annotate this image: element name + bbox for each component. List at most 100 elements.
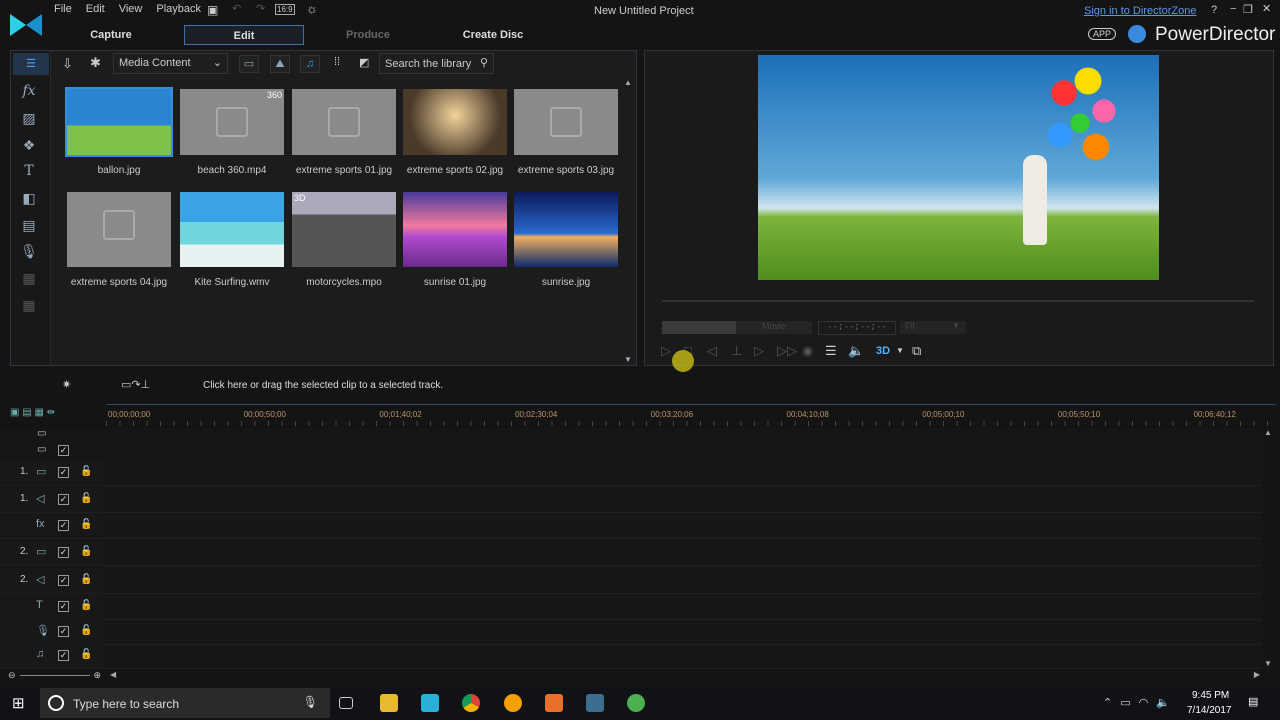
track-enable-checkbox[interactable]: ✓ [58, 626, 69, 637]
next-frame-icon[interactable]: ▷ [754, 343, 764, 359]
menu-view[interactable]: View [119, 3, 143, 15]
app-icon[interactable] [504, 694, 522, 712]
notification-icon[interactable] [1128, 25, 1146, 43]
lock-icon[interactable]: 🔓 [80, 546, 92, 557]
chevron-down-icon[interactable]: ▼ [896, 346, 904, 355]
taskbar-search[interactable]: Type here to search 🎙 [40, 688, 330, 718]
track-enable-checkbox[interactable]: ✓ [58, 575, 69, 586]
media-item[interactable]: 3D motorcycles.mpo [292, 192, 396, 288]
magic-tools-icon[interactable]: ✷ [62, 378, 71, 391]
media-room-icon[interactable]: ☰ [13, 53, 49, 75]
preview-seekbar[interactable] [662, 300, 1254, 302]
media-item[interactable]: extreme sports 02.jpg [403, 89, 507, 176]
search-icon[interactable]: ⚲ [480, 56, 488, 69]
sort-icon[interactable]: ⁞⁞ [334, 56, 340, 68]
track-enable-checkbox[interactable]: ✓ [58, 467, 69, 478]
powerdirector-taskbar-icon[interactable] [421, 694, 439, 712]
media-item[interactable]: 360 beach 360.mp4 [180, 89, 284, 176]
media-item[interactable]: extreme sports 03.jpg [514, 89, 618, 176]
timeline-mode-buttons[interactable]: ▣ ▤ ▦ ⇹ [10, 407, 100, 421]
title-room-icon[interactable]: T [20, 163, 38, 181]
track-enable-checkbox[interactable]: ✓ [58, 547, 69, 558]
app-icon[interactable] [545, 694, 563, 712]
tab-capture[interactable]: Capture [51, 25, 171, 45]
timeline-track[interactable]: 1. ◁ ✓ 🔓 [0, 487, 1262, 513]
library-scrollbar[interactable]: ▲ ▼ [624, 78, 634, 364]
plugins-icon[interactable]: ✱ [90, 55, 101, 71]
restore-button[interactable]: ❐ [1243, 3, 1253, 16]
media-content-dropdown[interactable]: Media Content ⌄ [113, 53, 228, 74]
undo-icon[interactable]: ↶ [232, 2, 241, 15]
app-icon[interactable] [627, 694, 645, 712]
media-item[interactable]: Kite Surfing.wmv [180, 192, 284, 288]
undock-icon[interactable]: ⧉ [912, 343, 921, 359]
track-enable-checkbox[interactable]: ✓ [58, 650, 69, 661]
app-badge[interactable]: APP [1088, 28, 1117, 40]
track-enable-checkbox[interactable]: ✓ [58, 601, 69, 612]
menu-edit[interactable]: Edit [86, 3, 105, 15]
import-media-icon[interactable]: ⇩ [62, 56, 73, 72]
minimize-button[interactable]: − [1230, 3, 1236, 15]
media-item[interactable]: sunrise 01.jpg [403, 192, 507, 288]
timecode-display[interactable]: --;--;--;-- [818, 321, 896, 335]
search-library-input[interactable]: Search the library ⚲ [379, 53, 494, 74]
media-item[interactable]: extreme sports 01.jpg [292, 89, 396, 176]
track-enable-checkbox[interactable]: ✓ [58, 520, 69, 531]
chapter-room-icon[interactable]: ▦ [20, 270, 38, 288]
timeline-track[interactable]: 2. ◁ ✓ 🔓 [0, 568, 1262, 594]
media-item[interactable]: sunrise.jpg [514, 192, 618, 288]
media-item[interactable]: ballon.jpg [65, 87, 173, 176]
clip-mode-button[interactable] [662, 321, 736, 334]
timeline-track[interactable]: T ✓ 🔓 [0, 594, 1262, 620]
split-icon[interactable]: ⊥ [731, 343, 742, 359]
timeline-track[interactable]: ♫ ✓ 🔓 [0, 643, 1262, 669]
menu-playback[interactable]: Playback [156, 3, 201, 15]
windows-start-icon[interactable]: ⊞ [12, 694, 25, 712]
lock-icon[interactable]: 🔓 [80, 625, 92, 636]
media-item[interactable]: extreme sports 04.jpg [67, 192, 171, 288]
volume-icon[interactable]: 🔈 [848, 343, 864, 359]
thumbnail-size-icon[interactable]: ◩ [359, 56, 369, 69]
task-view-icon[interactable] [339, 697, 353, 709]
clock-time[interactable]: 9:45 PM [1192, 690, 1229, 701]
lock-icon[interactable]: 🔓 [80, 519, 92, 530]
save-icon[interactable]: ▣ [207, 3, 218, 17]
menu-file[interactable]: File [54, 3, 72, 15]
subtitle-track-checkbox[interactable]: ✓ [58, 445, 69, 456]
lock-icon[interactable]: 🔓 [80, 649, 92, 660]
timeline-tools-icon[interactable]: ▭↷⊥ [121, 378, 150, 391]
zoom-dropdown[interactable]: Fit ▼ [900, 321, 966, 334]
settings-icon[interactable]: ☼ [306, 1, 318, 16]
timeline-track[interactable]: 🎙 ✓ 🔓 [0, 619, 1262, 645]
sign-in-link[interactable]: Sign in to DirectorZone [1084, 5, 1197, 17]
voice-over-icon[interactable]: 🎙 [20, 243, 38, 261]
timeline-vscroll[interactable]: ▲ ▼ [1264, 428, 1274, 668]
previous-frame-icon[interactable]: ◁ [707, 343, 717, 359]
lock-icon[interactable]: 🔓 [80, 493, 92, 504]
tab-edit[interactable]: Edit [184, 25, 304, 45]
close-button[interactable]: ✕ [1262, 2, 1271, 15]
aspect-ratio-button[interactable]: 16:9 [275, 4, 295, 15]
image-filter-icon[interactable]: ⛰ [270, 55, 290, 73]
tab-produce[interactable]: Produce [308, 25, 428, 45]
transition-room-icon[interactable]: ◧ [20, 190, 38, 208]
movie-mode-button[interactable]: Movie [736, 321, 812, 334]
preview-settings-icon[interactable]: ☰ [825, 343, 837, 359]
3d-toggle[interactable]: 3D [876, 345, 890, 357]
file-explorer-icon[interactable] [380, 694, 398, 712]
timeline-track[interactable]: fx ✓ 🔓 [0, 513, 1262, 539]
tab-create-disc[interactable]: Create Disc [433, 25, 553, 45]
subtitle-room-icon[interactable]: ▦ [20, 297, 38, 315]
microphone-icon[interactable]: 🎙 [303, 695, 318, 709]
lock-icon[interactable]: 🔓 [80, 574, 92, 585]
snapshot-icon[interactable]: ◉ [802, 343, 813, 359]
play-icon[interactable]: ▷ [661, 343, 671, 359]
track-enable-checkbox[interactable]: ✓ [58, 494, 69, 505]
audio-filter-icon[interactable]: ♫ [300, 55, 320, 73]
timeline-hscroll[interactable]: ◀ ▶ [108, 670, 1262, 682]
audio-mixing-icon[interactable]: ▤ [20, 217, 38, 235]
timeline-track[interactable]: 2. ▭ ✓ 🔓 [0, 540, 1262, 566]
app-icon[interactable] [586, 694, 604, 712]
chrome-icon[interactable] [462, 694, 480, 712]
action-center-icon[interactable]: ▤ [1248, 695, 1258, 708]
